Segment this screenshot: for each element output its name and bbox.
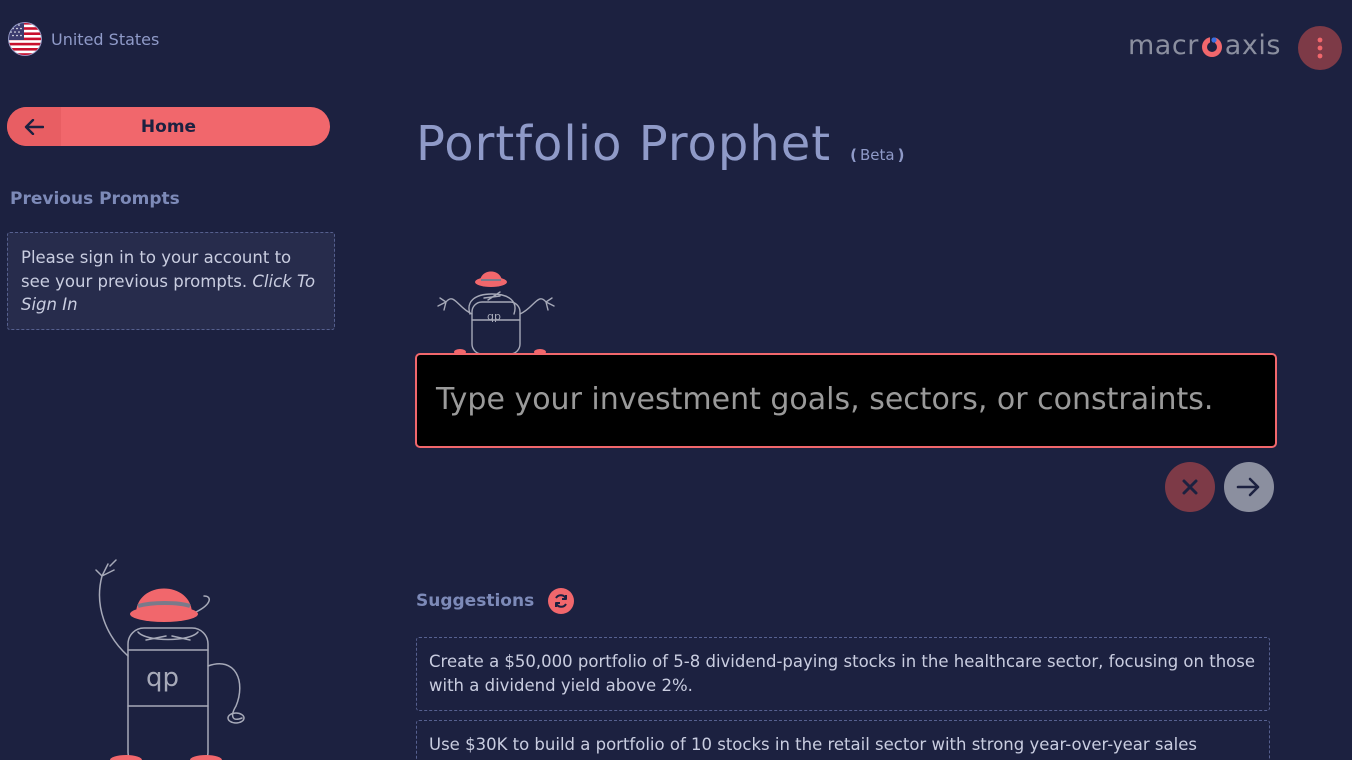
mascot-waving-illustration: qp: [95, 559, 245, 760]
mascot-peeking-illustration: qp: [437, 271, 555, 354]
suggestions-header: Suggestions: [416, 588, 575, 614]
suggestions-title: Suggestions: [416, 591, 535, 611]
kebab-menu-icon: [1317, 37, 1323, 59]
home-label: Home: [140, 116, 197, 137]
refresh-suggestions-button[interactable]: [548, 588, 575, 614]
svg-text:qp: qp: [487, 310, 501, 323]
country-selector[interactable]: United States: [8, 22, 159, 56]
arrow-right-icon: [1236, 477, 1260, 497]
us-flag-icon: [8, 22, 42, 56]
refresh-icon: [555, 594, 568, 608]
logo-text-left: macr: [1128, 30, 1199, 61]
logo-text-right: axis: [1224, 30, 1281, 61]
country-label: United States: [51, 29, 160, 49]
beta-badge: (Beta): [850, 146, 905, 164]
prompt-input-container: [415, 353, 1277, 448]
page-title-text: Portfolio Prophet: [416, 116, 832, 172]
signin-prompt-box[interactable]: Please sign in to your account to see yo…: [7, 232, 335, 330]
suggestion-card[interactable]: Create a $50,000 portfolio of 5-8 divide…: [416, 637, 1270, 711]
back-arrow-icon: [7, 107, 61, 146]
logo-mark-icon: [1201, 34, 1222, 57]
page: United States macr axis Home Previous Pr…: [0, 0, 1352, 760]
page-title: Portfolio Prophet (Beta): [416, 116, 907, 172]
suggestion-card[interactable]: Use $30K to build a portfolio of 10 stoc…: [416, 720, 1270, 760]
macroaxis-logo[interactable]: macr axis: [1128, 30, 1281, 61]
previous-prompts-title: Previous Prompts: [10, 189, 180, 209]
close-icon: [1182, 479, 1198, 495]
prompt-input[interactable]: [417, 355, 1275, 446]
submit-button[interactable]: [1224, 462, 1274, 512]
clear-button[interactable]: [1165, 462, 1215, 512]
svg-text:qp: qp: [146, 663, 179, 693]
home-button[interactable]: Home: [7, 107, 330, 146]
beta-label: Beta: [859, 146, 895, 164]
menu-button[interactable]: [1298, 26, 1342, 70]
signin-text: Please sign in to your account to see yo…: [21, 248, 292, 291]
